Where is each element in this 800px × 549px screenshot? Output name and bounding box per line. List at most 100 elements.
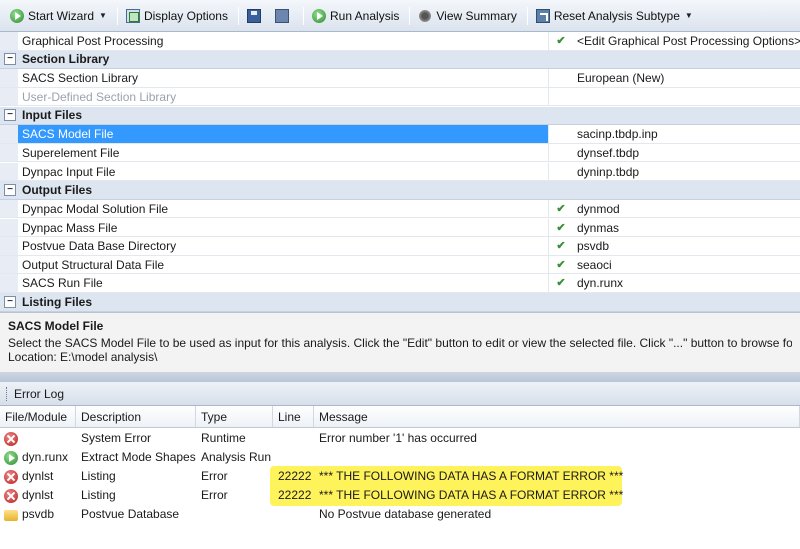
line-cell: 22222 <box>273 467 314 486</box>
file-module-cell <box>0 429 76 448</box>
column-header-file-module[interactable]: File/Module <box>0 406 76 427</box>
file-module-cell: dyn.runx <box>0 448 76 467</box>
type-cell: Analysis Run <box>201 450 272 464</box>
reset-icon <box>535 8 550 23</box>
description-cell: Listing <box>81 469 116 483</box>
description-cell: Extract Mode Shapes <box>81 450 196 464</box>
error-log-row[interactable]: dynlst Listing Error 22222 *** THE FOLLOWING… <box>0 486 800 505</box>
description-text: Select the SACS Model File to be used as… <box>8 336 792 350</box>
check-icon <box>549 88 573 106</box>
property-row[interactable]: User-Defined Section Library <box>0 87 800 107</box>
toolbar-separator <box>302 6 304 25</box>
row-gutter <box>0 237 18 255</box>
error-log-header: Error Log <box>0 382 800 406</box>
check-icon <box>549 125 573 143</box>
collapse-icon[interactable]: − <box>4 295 16 308</box>
collapse-icon[interactable]: − <box>4 183 16 196</box>
check-icon: ✔ <box>556 221 566 234</box>
start-wizard-button[interactable]: Start Wizard ▼ <box>6 5 111 27</box>
display-options-button[interactable]: Display Options <box>122 5 232 27</box>
property-value[interactable]: dyninp.tbdp <box>573 163 800 181</box>
save-button[interactable] <box>243 5 269 27</box>
check-icon: ✔ <box>556 202 566 215</box>
type-cell: Error <box>201 469 228 483</box>
property-value[interactable]: seaoci <box>573 256 800 274</box>
property-row[interactable]: SACS Model File sacinp.tbdp.inp <box>0 125 800 144</box>
file-module-cell: dynlst <box>0 467 76 486</box>
error-log-row[interactable]: dynlst Listing Error 22222 *** THE FOLLOWING… <box>0 467 800 486</box>
collapse-icon[interactable]: − <box>4 109 16 122</box>
property-row[interactable]: SACS Section Library European (New) <box>0 69 800 88</box>
module-text: dynlst <box>22 488 54 502</box>
property-name: User-Defined Section Library <box>18 87 549 106</box>
description-location: Location: E:\model analysis\ <box>8 350 158 364</box>
row-gutter <box>0 218 18 236</box>
column-header-type[interactable]: Type <box>196 406 273 427</box>
column-header-message[interactable]: Message <box>314 406 800 427</box>
property-name: SACS Model File <box>18 125 549 143</box>
property-value[interactable]: dyn.runx <box>573 274 800 292</box>
property-row[interactable]: SACS Run File ✔ dyn.runx <box>0 274 800 293</box>
property-value[interactable]: European (New) <box>573 69 800 87</box>
property-name: SACS Run File <box>18 274 549 292</box>
property-row[interactable]: Dynpac Input File dyninp.tbdp <box>0 162 800 182</box>
row-gutter <box>0 125 18 143</box>
toolbar: Start Wizard ▼ Display Options Run Analy… <box>0 0 800 32</box>
category-row[interactable]: − Section Library <box>0 50 800 70</box>
check-icon: ✔ <box>556 258 566 271</box>
property-row[interactable]: Output Structural Data File ✔ seaoci <box>0 255 800 275</box>
message-cell <box>314 448 800 467</box>
module-text: dynlst <box>22 469 54 483</box>
property-value[interactable]: dynsef.tbdp <box>573 144 800 162</box>
collapse-icon[interactable]: − <box>4 53 16 66</box>
row-gutter <box>0 162 18 181</box>
module-text: dyn.runx <box>22 450 69 464</box>
property-value[interactable]: psvdb <box>573 237 800 255</box>
property-value[interactable] <box>573 88 800 106</box>
category-row[interactable]: − Output Files <box>0 181 800 200</box>
dropdown-arrow-icon: ▼ <box>684 11 693 20</box>
row-gutter <box>0 69 18 87</box>
error-log-row[interactable]: psvdb Postvue Database No Postvue database… <box>0 505 800 524</box>
property-row[interactable]: Dynpac Mass File ✔ dynmas <box>0 218 800 237</box>
property-name: Output Structural Data File <box>18 255 549 274</box>
display-options-icon <box>125 8 140 23</box>
line-cell <box>273 448 314 467</box>
description-panel: SACS Model File Select the SACS Model Fi… <box>0 312 800 372</box>
view-summary-button[interactable]: View Summary <box>414 5 520 27</box>
category-row[interactable]: − Input Files <box>0 106 800 126</box>
property-row[interactable]: Dynpac Modal Solution File ✔ dynmod <box>0 199 800 219</box>
reset-analysis-subtype-button[interactable]: Reset Analysis Subtype ▼ <box>532 5 697 27</box>
panel-splitter[interactable] <box>0 372 800 382</box>
check-icon: ✔ <box>556 277 566 290</box>
run-analysis-button[interactable]: Run Analysis <box>308 5 403 27</box>
grip-icon[interactable] <box>6 386 8 401</box>
property-name: Dynpac Mass File <box>18 218 549 236</box>
category-label: Output Files <box>22 182 92 197</box>
type-cell: Error <box>201 488 228 502</box>
file-module-cell: psvdb <box>0 505 76 524</box>
property-value[interactable]: sacinp.tbdp.inp <box>573 125 800 143</box>
property-name: SACS Section Library <box>18 69 549 87</box>
column-header-line[interactable]: Line <box>273 406 314 427</box>
row-gutter <box>0 32 18 50</box>
property-row[interactable]: Superelement File dynsef.tbdp <box>0 143 800 163</box>
property-value[interactable]: dynmod <box>573 200 800 218</box>
category-row[interactable]: − Listing Files <box>0 293 800 312</box>
save-icon <box>246 8 261 23</box>
save-all-button[interactable] <box>271 5 297 27</box>
start-wizard-label: Start Wizard <box>28 8 95 23</box>
toolbar-separator <box>116 6 118 25</box>
property-value[interactable]: <Edit Graphical Post Processing Options> <box>573 32 800 50</box>
property-row[interactable]: Graphical Post Processing ✔ <Edit Graphica… <box>0 32 800 51</box>
property-name: Superelement File <box>18 143 549 162</box>
error-log-row[interactable]: System Error Runtime Error number '1' has … <box>0 429 800 448</box>
property-value[interactable]: dynmas <box>573 219 800 237</box>
property-row[interactable]: Postvue Data Base Directory ✔ psvdb <box>0 237 800 256</box>
message-cell: No Postvue database generated <box>319 507 492 521</box>
error-log-row[interactable]: dyn.runx Extract Mode Shapes Analysis Run <box>0 448 800 467</box>
dropdown-arrow-icon: ▼ <box>99 11 107 20</box>
view-summary-icon <box>418 8 433 23</box>
column-header-description[interactable]: Description <box>76 406 196 427</box>
reset-analysis-subtype-label: Reset Analysis Subtype <box>553 8 680 23</box>
